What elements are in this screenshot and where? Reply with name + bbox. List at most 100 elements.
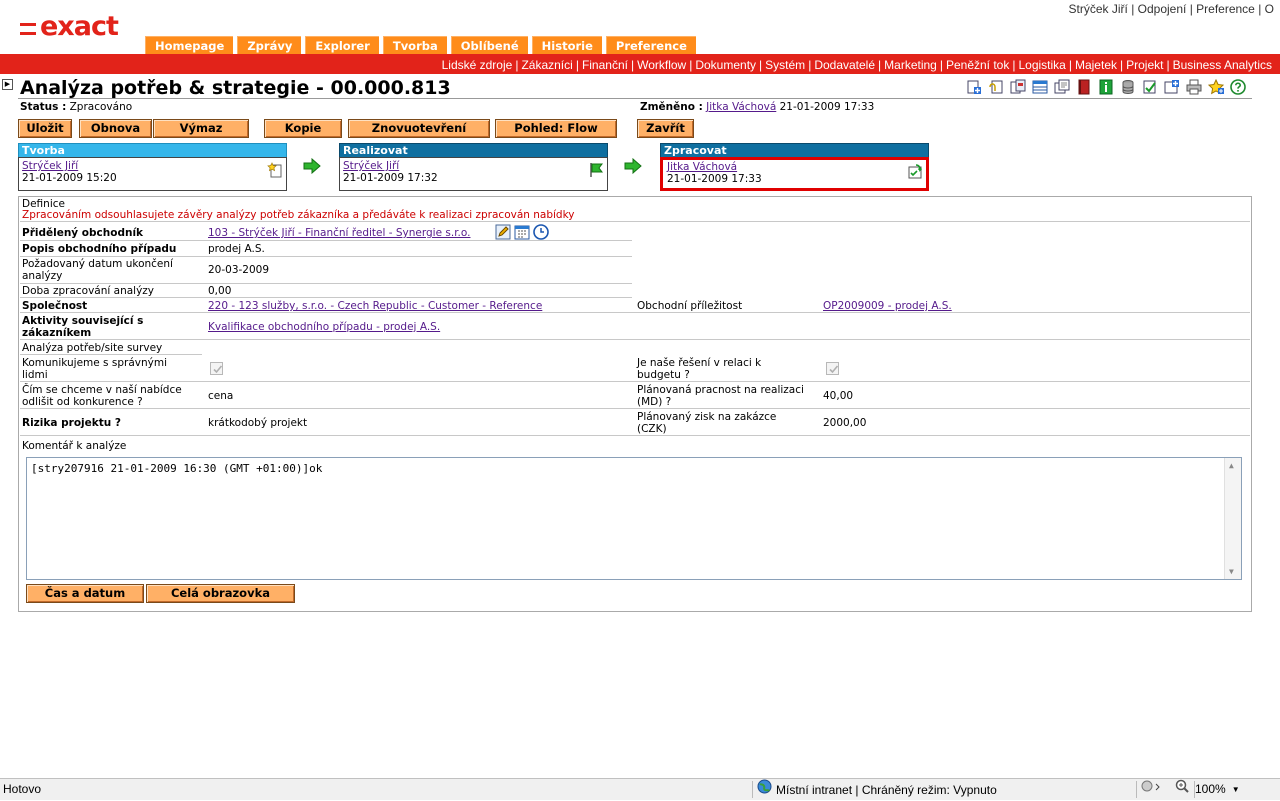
menu-business-analytics[interactable]: Business Analytics [1173, 58, 1272, 72]
duration-label: Doba zpracování analýzy [22, 285, 155, 297]
datetime-button[interactable]: Čas a datum [26, 584, 144, 603]
menu-marketing[interactable]: Marketing [884, 58, 937, 72]
effort-label-line2: (MD) ? [637, 396, 672, 408]
book-icon[interactable] [1075, 78, 1092, 95]
menu-workflow[interactable]: Workflow [637, 58, 686, 72]
communicate-label-line2: lidmi [22, 369, 48, 381]
communicate-label-line1: Komunikujeme s správnými [22, 357, 167, 369]
module-menu-bar: Lidské zdroje | Zákazníci | Finanční | Workflo… [0, 57, 1280, 74]
menu-dodavatele[interactable]: Dodavatelé [814, 58, 875, 72]
copy-documents-icon[interactable] [1053, 78, 1070, 95]
workflow-step-date: 21-01-2009 17:32 [343, 172, 438, 184]
workflow-step-user-link[interactable]: Jitka Váchová [667, 161, 922, 173]
reopen-button[interactable]: Znovuotevření [348, 119, 490, 138]
row-divider [20, 283, 632, 284]
new-star-document-icon [267, 162, 283, 181]
risk-value: krátkodobý projekt [208, 417, 308, 429]
tab-explorer[interactable]: Explorer [305, 36, 379, 54]
table-view-icon[interactable] [1031, 78, 1048, 95]
info-icon[interactable] [1097, 78, 1114, 95]
fullscreen-button[interactable]: Celá obrazovka [146, 584, 295, 603]
scroll-down-icon[interactable]: ▼ [1229, 567, 1234, 576]
row-divider [20, 240, 632, 241]
approve-document-icon[interactable] [1141, 78, 1158, 95]
comment-scrollbar[interactable]: ▲ ▼ [1224, 458, 1241, 579]
menu-logistika[interactable]: Logistika [1018, 58, 1065, 72]
add-record-icon[interactable] [1163, 78, 1180, 95]
menu-majetek[interactable]: Majetek [1075, 58, 1117, 72]
workflow-step-user-link[interactable]: Strýček Jiří [343, 160, 604, 172]
menu-zakaznici[interactable]: Zákazníci [521, 58, 572, 72]
refresh-button[interactable]: Obnova [79, 119, 152, 138]
workflow-step-body-current: Jitka Váchová 21-01-2009 17:33 [660, 157, 929, 191]
changed-user-link[interactable]: Jitka Váchová [706, 101, 776, 113]
menu-financni[interactable]: Finanční [582, 58, 628, 72]
record-toolbar [965, 78, 1246, 95]
menu-penezni-tok[interactable]: Peněžní tok [946, 58, 1009, 72]
zoom-dropdown-icon[interactable]: ▼ [1232, 779, 1240, 800]
help-icon[interactable] [1229, 78, 1246, 95]
side-panel-toggle-icon[interactable]: ▶ [2, 79, 13, 90]
tab-homepage[interactable]: Homepage [145, 36, 234, 54]
company-link[interactable]: 220 - 123 služby, s.r.o. - Czech Republi… [208, 300, 542, 312]
database-icon[interactable] [1119, 78, 1136, 95]
green-flag-icon [588, 162, 604, 181]
print-icon[interactable] [1185, 78, 1202, 95]
user-link-logout[interactable]: Odpojení [1138, 2, 1187, 16]
activities-label-line2: zákazníkem [22, 327, 92, 339]
exact-logo[interactable]: exact [20, 11, 119, 42]
menu-lidske-zdroje[interactable]: Lidské zdroje [442, 58, 513, 72]
workflow-step-user-link[interactable]: Strýček Jiří [22, 160, 283, 172]
intranet-globe-icon [757, 779, 772, 801]
favorite-star-icon[interactable] [1207, 78, 1224, 95]
workflow-step-realize: Realizovat Strýček Jiří 21-01-2009 17:32 [339, 143, 608, 192]
flow-view-button[interactable]: Pohled: Flow [495, 119, 617, 138]
tab-historie[interactable]: Historie [531, 36, 602, 54]
delete-button[interactable]: Výmaz [153, 119, 249, 138]
user-link-about[interactable]: O [1265, 2, 1274, 16]
comment-textarea[interactable]: [stry207916 21-01-2009 16:30 (GMT +01:00… [26, 457, 1242, 580]
zoom-level[interactable]: 100% [1195, 779, 1226, 800]
tab-tvorba[interactable]: Tvorba [382, 36, 447, 54]
zoom-icon[interactable] [1175, 779, 1189, 800]
scroll-up-icon[interactable]: ▲ [1229, 461, 1234, 470]
document-list-icon[interactable] [1009, 78, 1026, 95]
security-zone[interactable]: Místní intranet | Chráněný režim: Vypnut… [757, 779, 997, 801]
tab-zpravy[interactable]: Zprávy [237, 36, 302, 54]
due-date-value: 20-03-2009 [208, 264, 270, 276]
menu-system[interactable]: Systém [765, 58, 805, 72]
budget-label-line1: Je naše řešení v relaci k [637, 357, 762, 369]
user-links: Strýček Jiří | Odpojení | Preference | O [1068, 2, 1274, 16]
protected-mode-icon[interactable] [1140, 779, 1162, 800]
tab-preference[interactable]: Preference [605, 36, 696, 54]
browser-status-bar: Hotovo Místní intranet | Chráněný režim:… [0, 778, 1280, 800]
copy-button[interactable]: Kopie [264, 119, 342, 138]
status-row: Status : Zpracováno Změněno : Jitka Vách… [20, 101, 1252, 114]
user-link-preferences[interactable]: Preference [1196, 2, 1255, 16]
differ-value: cena [208, 390, 234, 402]
process-document-icon [907, 164, 923, 183]
budget-checkbox[interactable] [826, 362, 839, 375]
row-divider [20, 435, 1250, 436]
save-button[interactable]: Uložit [18, 119, 72, 138]
tab-oblibene[interactable]: Oblíbené [450, 36, 528, 54]
assigned-label: Přidělený obchodník [22, 227, 144, 239]
opportunity-link[interactable]: OP2009009 - prodej A.S. [823, 300, 952, 312]
logo-text: exact [40, 11, 119, 42]
attach-document-icon[interactable] [987, 78, 1004, 95]
menu-dokumenty[interactable]: Dokumenty [695, 58, 756, 72]
profit-label-line1: Plánovaný zisk na zakázce [637, 411, 777, 423]
new-document-icon[interactable] [965, 78, 982, 95]
menu-projekt[interactable]: Projekt [1126, 58, 1163, 72]
assigned-salesperson-link[interactable]: 103 - Strýček Jiří - Finanční ředitel - … [208, 227, 470, 239]
logo-equals-mark [20, 23, 36, 35]
workflow-step-body: Strýček Jiří 21-01-2009 17:32 [339, 157, 608, 191]
changed-info: Změněno : Jitka Váchová 21-01-2009 17:33 [640, 101, 874, 113]
activities-link[interactable]: Kvalifikace obchodního případu - prodej … [208, 321, 440, 333]
user-link-name[interactable]: Strýček Jiří [1069, 2, 1128, 16]
row-divider [20, 381, 1250, 382]
definice-text: Zpracováním odsouhlasujete závěry analýz… [22, 209, 575, 221]
communicate-checkbox[interactable] [210, 362, 223, 375]
close-button[interactable]: Zavřít [637, 119, 694, 138]
changed-label: Změněno : [640, 101, 703, 113]
